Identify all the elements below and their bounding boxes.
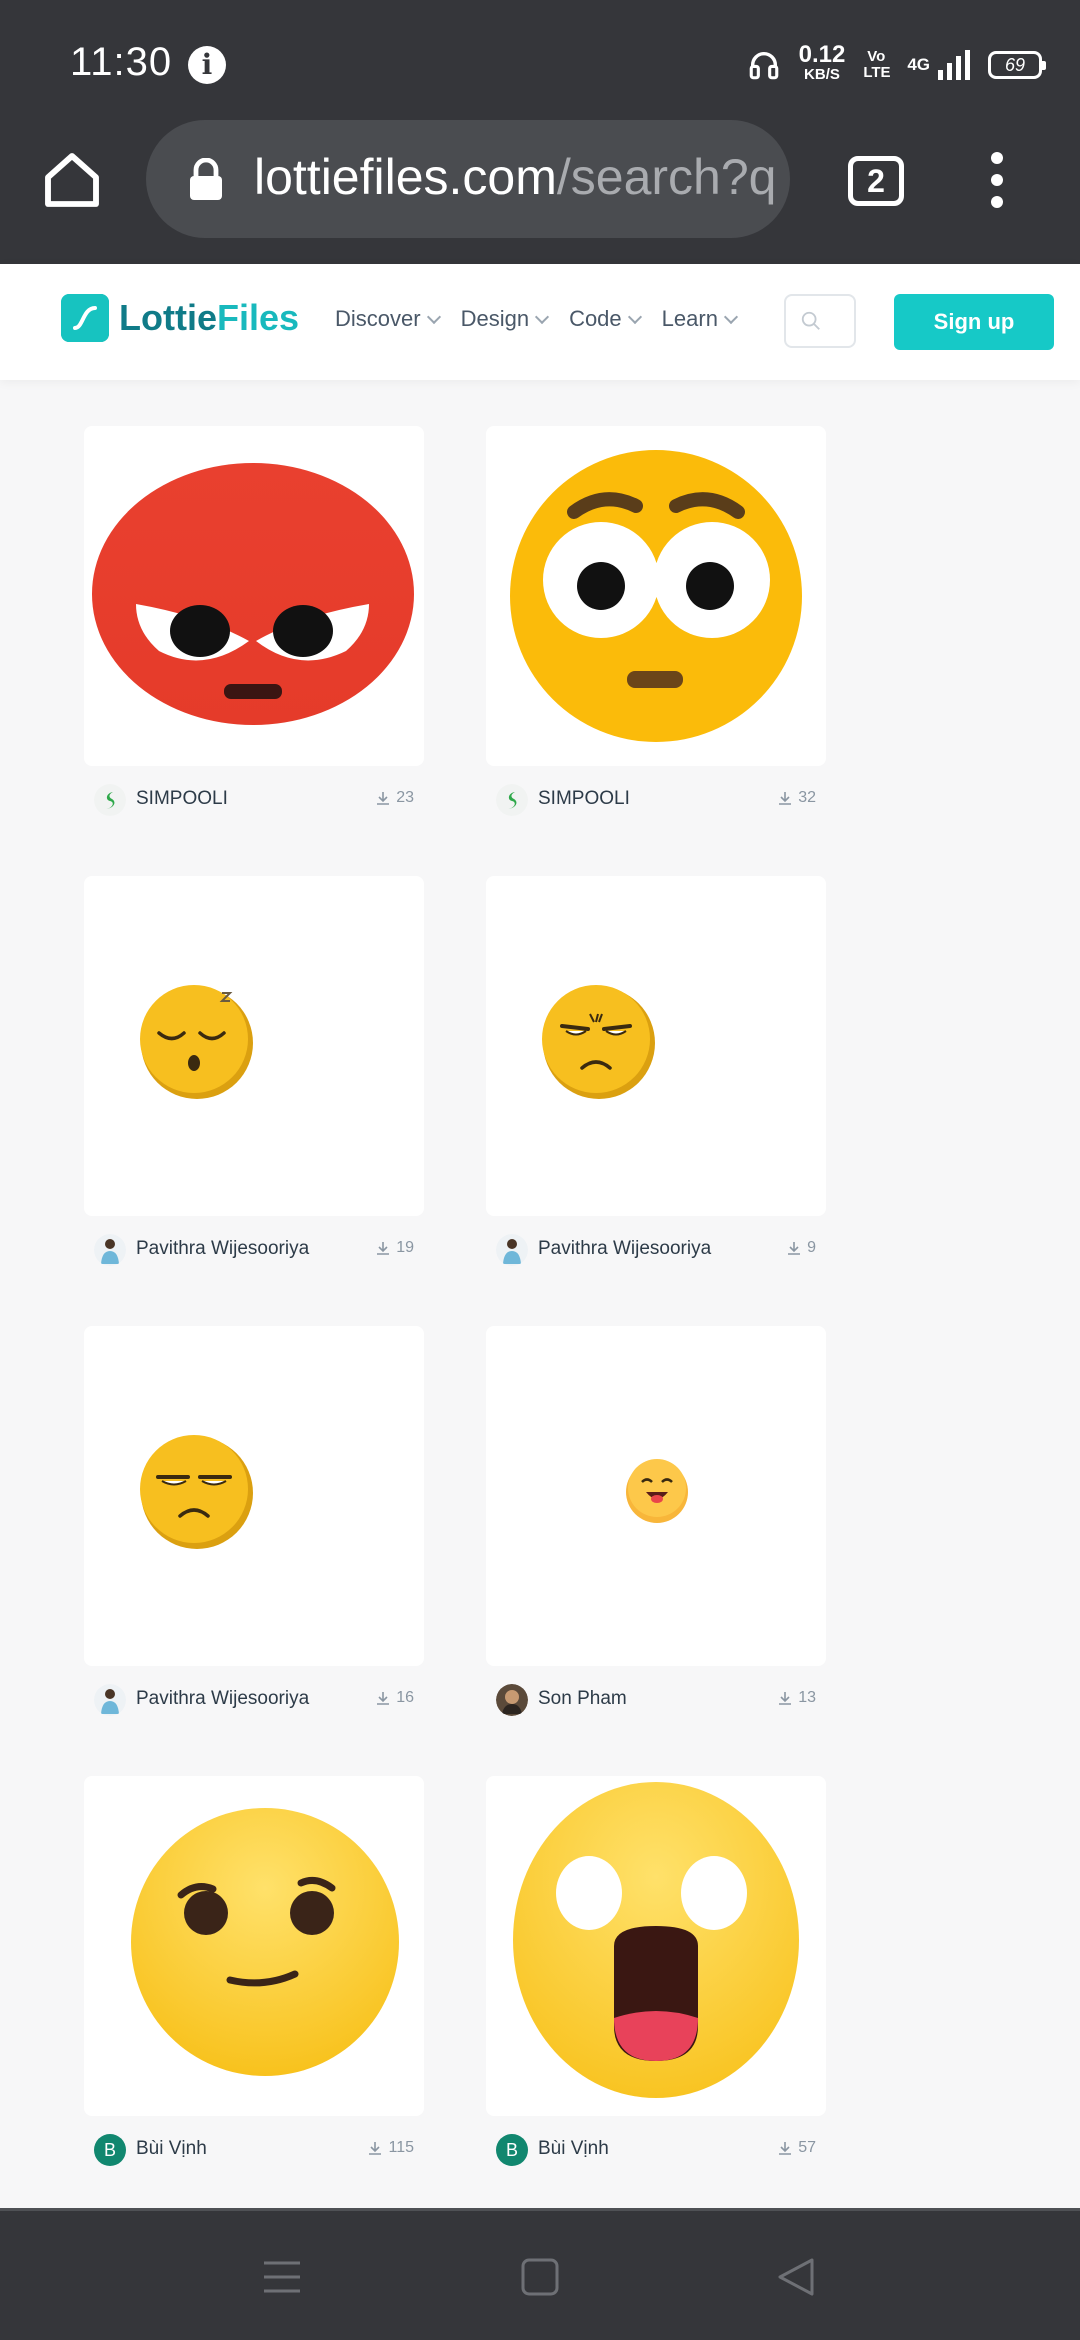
lock-icon — [190, 158, 222, 200]
animation-thumbnail[interactable] — [486, 1776, 826, 2116]
frowning-face-illustration — [542, 985, 655, 1099]
author-avatar[interactable]: B — [94, 2134, 126, 2166]
download-icon — [377, 792, 390, 805]
download-count: 9 — [786, 1239, 816, 1257]
overflow-menu-icon[interactable] — [985, 152, 1009, 212]
headphones-icon — [749, 52, 778, 80]
author-avatar[interactable] — [496, 1684, 528, 1716]
astonished-face-illustration — [513, 1782, 799, 2098]
download-icon — [779, 1692, 792, 1705]
author-avatar[interactable] — [496, 784, 528, 816]
nav-code[interactable]: Code — [569, 306, 642, 332]
volte-indicator: Vo LTE — [863, 48, 891, 81]
back-icon[interactable] — [776, 2257, 816, 2297]
status-bar: 11:30 i 0.12 KB/S Vo LTE 4G 69 — [0, 0, 1080, 120]
author-name[interactable]: Bùi Vịnh — [136, 2138, 207, 2160]
unamused-face-illustration — [140, 1435, 253, 1549]
download-count: 57 — [777, 2139, 816, 2157]
url-text: lottiefiles.com/search?q — [254, 149, 777, 205]
animation-thumbnail[interactable] — [84, 876, 424, 1216]
lottiefiles-logo-icon — [61, 294, 109, 342]
home-nav-icon[interactable] — [520, 2257, 560, 2297]
logo-text: LottieFiles — [119, 297, 300, 338]
animation-thumbnail[interactable] — [84, 1326, 424, 1666]
author-avatar[interactable]: B — [496, 2134, 528, 2166]
author-name[interactable]: SIMPOOLI — [538, 788, 630, 810]
download-count: 19 — [375, 1239, 414, 1257]
author-name[interactable]: Bùi Vịnh — [538, 2138, 609, 2160]
chevron-down-icon — [723, 309, 739, 325]
author-name[interactable]: Pavithra Wijesooriya — [136, 1238, 309, 1260]
author-name[interactable]: Pavithra Wijesooriya — [538, 1238, 711, 1260]
info-icon: i — [188, 46, 226, 84]
animation-thumbnail[interactable] — [84, 1776, 424, 2116]
card-meta: B Bùi Vịnh 115 — [84, 2126, 424, 2170]
search-icon — [801, 311, 820, 330]
author-avatar[interactable] — [94, 784, 126, 816]
card-meta: B Bùi Vịnh 57 — [486, 2126, 826, 2170]
author-name[interactable]: Pavithra Wijesooriya — [136, 1688, 309, 1710]
author-avatar[interactable] — [496, 1234, 528, 1266]
card-meta: Pavithra Wijesooriya 9 — [486, 1226, 826, 1270]
card-meta: SIMPOOLI 32 — [486, 776, 826, 820]
network-speed: 0.12 KB/S — [798, 41, 846, 84]
main-nav: Discover Design Code Learn — [335, 306, 739, 332]
chevron-down-icon — [627, 309, 642, 325]
browser-toolbar: lottiefiles.com/search?q 2 — [0, 120, 1080, 264]
shocked-face-illustration — [510, 450, 802, 742]
battery-icon: 69 — [988, 51, 1046, 79]
download-icon — [377, 1692, 390, 1705]
system-navigation-bar — [0, 2208, 1080, 2340]
tongue-face-illustration — [626, 1459, 688, 1523]
animation-thumbnail[interactable] — [84, 426, 424, 766]
smirking-face-illustration — [131, 1808, 399, 2076]
search-button[interactable] — [784, 294, 856, 348]
site-header: LottieFiles Discover Design Code Learn S… — [0, 264, 1080, 380]
network-type: 4G — [907, 55, 930, 74]
download-icon — [377, 1242, 390, 1255]
results-grid: SIMPOOLI 23 SIMPOOLI 32 Pavithra Wijesoo… — [0, 380, 1080, 2208]
download-count: 13 — [777, 1689, 816, 1707]
nav-discover[interactable]: Discover — [335, 306, 441, 332]
card-meta: Pavithra Wijesooriya 16 — [84, 1676, 424, 1720]
author-name[interactable]: SIMPOOLI — [136, 788, 228, 810]
signup-button[interactable]: Sign up — [894, 294, 1054, 350]
author-name[interactable]: Son Pham — [538, 1688, 627, 1710]
download-icon — [779, 2142, 792, 2155]
download-count: 23 — [375, 789, 414, 807]
lottiefiles-logo[interactable]: LottieFiles — [61, 294, 299, 342]
chevron-down-icon — [534, 309, 550, 325]
nav-learn[interactable]: Learn — [662, 306, 739, 332]
download-count: 115 — [367, 2139, 414, 2157]
animation-thumbnail[interactable] — [486, 426, 826, 766]
angry-face-illustration — [92, 463, 414, 725]
animation-thumbnail[interactable] — [486, 1326, 826, 1666]
download-count: 16 — [375, 1689, 414, 1707]
home-icon[interactable] — [40, 148, 104, 212]
signal-strength-icon — [938, 50, 970, 80]
card-meta: Son Pham 13 — [486, 1676, 826, 1720]
address-bar[interactable]: lottiefiles.com/search?q — [146, 120, 790, 238]
card-meta: SIMPOOLI 23 — [84, 776, 424, 820]
animation-thumbnail[interactable] — [486, 876, 826, 1216]
recent-apps-icon[interactable] — [262, 2257, 302, 2297]
author-avatar[interactable] — [94, 1684, 126, 1716]
tab-switcher-button[interactable]: 2 — [848, 156, 904, 206]
nav-design[interactable]: Design — [461, 306, 550, 332]
card-meta: Pavithra Wijesooriya 19 — [84, 1226, 424, 1270]
author-avatar[interactable] — [94, 1234, 126, 1266]
clock: 11:30 — [70, 40, 173, 84]
download-count: 32 — [777, 789, 816, 807]
sleepy-face-illustration — [140, 985, 253, 1099]
download-icon — [788, 1242, 801, 1255]
chevron-down-icon — [426, 309, 441, 325]
download-icon — [779, 792, 792, 805]
download-icon — [369, 2142, 382, 2155]
